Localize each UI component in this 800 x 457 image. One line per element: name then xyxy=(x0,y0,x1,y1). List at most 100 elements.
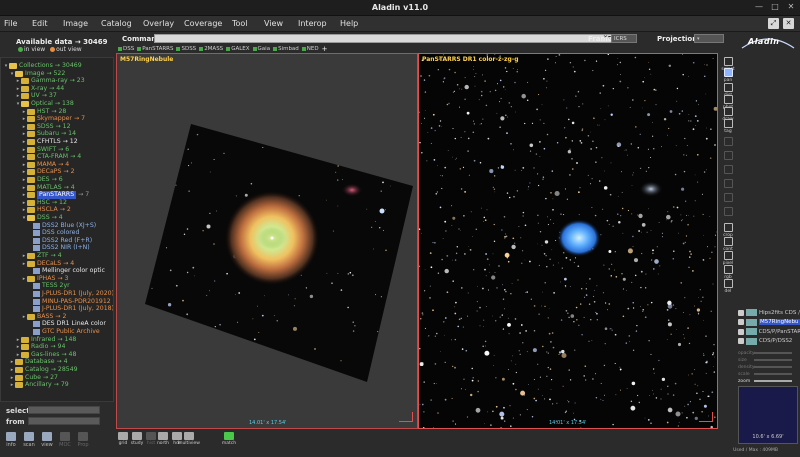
visibility-checkbox[interactable] xyxy=(738,328,744,335)
panstarrs-image[interactable] xyxy=(419,54,718,429)
menu-tool[interactable]: Tool xyxy=(232,19,248,28)
folder-icon xyxy=(21,351,29,358)
star xyxy=(529,150,532,152)
tool-8-button[interactable] xyxy=(721,165,735,174)
pan-button[interactable]: pan xyxy=(721,68,735,83)
bookmark-dss[interactable]: DSS xyxy=(118,46,134,52)
tool-9-button[interactable] xyxy=(721,179,735,188)
minimize-icon[interactable]: — xyxy=(754,2,764,12)
bookmark-gaia[interactable]: Gaia xyxy=(252,46,270,52)
fullscreen-icon[interactable]: ⤢ xyxy=(768,18,779,29)
slider-track[interactable] xyxy=(754,359,792,361)
scale-slider[interactable]: scale xyxy=(738,371,800,377)
star xyxy=(452,420,454,422)
tool-11-button[interactable] xyxy=(721,207,735,216)
add-bookmark-button[interactable]: + xyxy=(322,45,328,53)
bookmark-panstarrs[interactable]: PanSTARRS xyxy=(137,46,173,52)
menu-file[interactable]: File xyxy=(4,19,17,28)
menu-coverage[interactable]: Coverage xyxy=(184,19,222,28)
grid-button[interactable]: grid xyxy=(116,432,130,446)
star xyxy=(474,85,476,87)
projection-select[interactable]: ▾ xyxy=(694,34,724,43)
star xyxy=(706,246,709,248)
tree-item-ancillary-79[interactable]: ▸ Ancillary → 79 xyxy=(9,381,69,389)
tool-7-button[interactable] xyxy=(721,151,735,160)
maximize-icon[interactable]: □ xyxy=(770,2,780,12)
north-icon xyxy=(158,432,168,440)
prop-button[interactable]: Prop xyxy=(76,432,90,448)
menu-view[interactable]: View xyxy=(264,19,283,28)
density-slider[interactable]: density xyxy=(738,364,800,370)
bookmark-galex[interactable]: GALEX xyxy=(226,46,250,52)
window-close-icon[interactable]: ✕ xyxy=(783,18,794,29)
command-input[interactable]: ✕▾ xyxy=(154,34,614,43)
star xyxy=(660,146,662,148)
star xyxy=(549,258,551,260)
menu-interop[interactable]: Interop xyxy=(298,19,327,28)
menu-overlay[interactable]: Overlay xyxy=(143,19,174,28)
bookmark-2mass[interactable]: 2MASS xyxy=(199,46,223,52)
view-panel-m57[interactable]: M57RingNebule 14.01' x 17.54' xyxy=(116,53,418,429)
view-button[interactable]: view xyxy=(40,432,54,448)
tool-10-button[interactable] xyxy=(721,193,735,202)
north-button[interactable]: north xyxy=(156,432,170,446)
plane-m57ringnebu[interactable]: M57RingNebu xyxy=(738,318,800,327)
tool-icon xyxy=(723,179,733,188)
menu-help[interactable]: Help xyxy=(340,19,358,28)
star xyxy=(687,403,689,406)
slider-track[interactable] xyxy=(754,380,792,382)
slider-label: opacity xyxy=(738,350,755,356)
visibility-checkbox[interactable] xyxy=(738,338,744,344)
moc-button[interactable]: MOC xyxy=(58,432,72,448)
star xyxy=(533,167,535,169)
close-icon[interactable]: ✕ xyxy=(786,2,796,12)
size-slider[interactable]: size xyxy=(738,357,800,363)
bookmark-sdss[interactable]: SDSS xyxy=(176,46,196,52)
del-button[interactable]: del xyxy=(721,279,735,294)
plane-hips2fits-cds[interactable]: Hips2fits CDS / xyxy=(738,308,800,317)
multiview-button[interactable]: multiview xyxy=(178,432,200,446)
star xyxy=(699,289,701,291)
star xyxy=(680,220,682,222)
survey-icon xyxy=(33,329,40,335)
star xyxy=(292,326,298,331)
select-input[interactable] xyxy=(28,406,100,414)
m57-image[interactable] xyxy=(117,54,418,429)
opacity-slider[interactable]: opacity xyxy=(738,350,800,356)
star xyxy=(650,301,653,304)
study-button[interactable]: study xyxy=(130,432,144,446)
view-panel-panstarrs[interactable]: PanSTARRS DR1 color-z-zg-g 14.01' x 17.5… xyxy=(418,53,718,429)
cont-button[interactable]: cont xyxy=(721,237,735,252)
tag-button[interactable]: tag xyxy=(721,119,735,134)
star xyxy=(653,393,654,395)
bookmark-simbad[interactable]: Simbad xyxy=(273,46,299,52)
scan-button[interactable]: scan xyxy=(22,432,36,448)
info-button[interactable]: info xyxy=(4,432,18,448)
crop-button[interactable]: crop xyxy=(721,223,735,238)
zoom-slider[interactable]: zoom xyxy=(738,378,800,384)
star xyxy=(331,282,333,285)
star xyxy=(692,128,695,131)
bookmark-ned[interactable]: NED xyxy=(301,46,319,52)
star xyxy=(493,240,496,243)
visibility-checkbox[interactable] xyxy=(738,319,744,325)
menu-image[interactable]: Image xyxy=(63,19,88,28)
match-button[interactable]: match xyxy=(222,432,236,446)
menu-catalog[interactable]: Catalog xyxy=(101,19,132,28)
rgb-button[interactable]: rgb xyxy=(721,265,735,280)
tool-6-button[interactable] xyxy=(721,137,735,146)
slider-track[interactable] xyxy=(754,366,792,368)
slider-track[interactable] xyxy=(754,373,792,375)
visibility-checkbox[interactable] xyxy=(738,309,744,316)
star xyxy=(419,362,424,367)
frame-select[interactable]: ICRS xyxy=(611,34,637,43)
star xyxy=(465,389,467,391)
menu-edit[interactable]: Edit xyxy=(32,19,48,28)
pixel-button[interactable]: pixel xyxy=(721,251,735,266)
star xyxy=(641,231,642,233)
slider-track[interactable] xyxy=(754,352,792,354)
plane-cds-p-panstar[interactable]: CDS/P/PanSTAR xyxy=(738,327,800,336)
collections-tree[interactable]: ▾ Collections → 30469 ▾ Image → 522 ▸ Gamma-r… xyxy=(0,57,114,402)
plane-cds-p-dss2[interactable]: CDS/P/DSS2 xyxy=(738,337,800,346)
from-input[interactable] xyxy=(28,417,100,425)
